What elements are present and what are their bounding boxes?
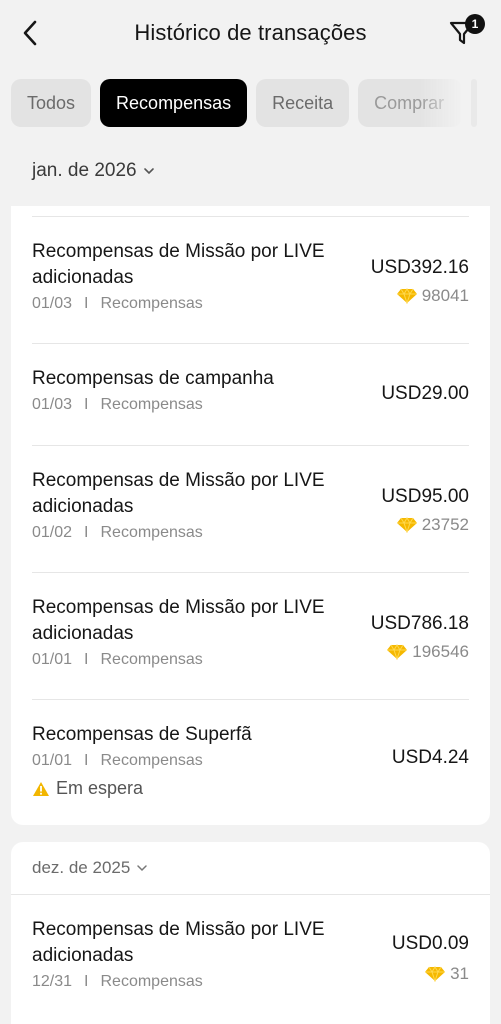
transaction-meta: 12/31 I Recompensas <box>32 973 352 991</box>
transaction-category: Recompensas <box>100 524 203 541</box>
transaction-amount: USD95.00 <box>381 486 469 507</box>
diamond-coin-icon <box>396 517 417 533</box>
transaction-amount: USD392.16 <box>370 257 469 278</box>
tab-comprar[interactable]: Comprar <box>358 79 463 127</box>
month-selector-jan[interactable]: jan. de 2026 <box>32 160 155 182</box>
meta-separator: I <box>84 651 89 668</box>
transaction-title: Recompensas de Missão por LIVE adicionad… <box>32 470 325 517</box>
transaction-date: 01/03 <box>32 295 73 312</box>
category-tabs: Todos Recompensas Receita Comprar <box>11 79 501 127</box>
meta-separator: I <box>84 752 89 769</box>
tab-overflow[interactable] <box>471 79 478 127</box>
transaction-amount: USD0.09 <box>391 933 469 954</box>
status-badge: Em espera <box>32 778 352 799</box>
transaction-row[interactable]: Recompensas de Superfã 01/01 I Recompensas… <box>32 700 469 825</box>
transaction-coins: 196546 <box>386 642 469 662</box>
transaction-meta: 01/03 I Recompensas <box>32 396 352 414</box>
meta-separator: I <box>84 396 89 413</box>
month-label: jan. de 2026 <box>32 160 137 181</box>
transaction-title: Recompensas de campanha <box>32 368 274 389</box>
chevron-down-icon <box>137 865 148 872</box>
transaction-category: Recompensas <box>100 973 203 990</box>
chevron-down-icon <box>143 168 154 175</box>
transaction-row[interactable]: Recompensas de Missão por LIVE adicionad… <box>32 446 469 573</box>
transaction-date: 01/01 <box>32 651 73 668</box>
transaction-coins: 98041 <box>396 286 469 306</box>
diamond-coin-icon <box>425 966 446 982</box>
transaction-row[interactable]: Recompensas de Missão por LIVE adicionad… <box>32 217 469 344</box>
transaction-date: 01/03 <box>32 396 73 413</box>
filter-button[interactable]: 1 <box>445 14 485 50</box>
transaction-category: Recompensas <box>100 295 203 312</box>
transaction-amount: USD29.00 <box>381 383 469 404</box>
transaction-title: Recompensas de Missão por LIVE adicionad… <box>32 241 325 288</box>
transaction-title: Recompensas de Missão por LIVE adicionad… <box>32 597 325 644</box>
chevron-left-icon <box>23 20 37 46</box>
transaction-coins: 31 <box>424 964 469 984</box>
transaction-coins: 23752 <box>396 515 469 535</box>
transaction-amount: USD786.18 <box>370 613 469 634</box>
transaction-title: Recompensas de Superfã <box>32 724 252 745</box>
diamond-coin-icon <box>396 288 417 304</box>
meta-separator: I <box>84 295 89 312</box>
meta-separator: I <box>84 973 89 990</box>
transaction-meta: 01/03 I Recompensas <box>32 295 352 313</box>
transaction-date: 01/02 <box>32 524 73 541</box>
month-label: dez. de 2025 <box>32 858 131 877</box>
filter-count-badge: 1 <box>465 14 485 34</box>
meta-separator: I <box>84 524 89 541</box>
page-title: Histórico de transações <box>134 20 367 45</box>
transaction-category: Recompensas <box>100 396 203 413</box>
diamond-coin-icon <box>387 644 408 660</box>
tab-receita[interactable]: Receita <box>256 79 350 127</box>
status-text: Em espera <box>56 778 144 798</box>
month-selector-dec[interactable]: dez. de 2025 <box>32 858 148 878</box>
back-button[interactable] <box>16 18 44 48</box>
transaction-row[interactable]: Recompensas de Missão por LIVE adicionad… <box>32 573 469 700</box>
tab-recompensas[interactable]: Recompensas <box>100 79 248 127</box>
transactions-card-jan: Recompensas de Missão por LIVE adicionad… <box>11 206 490 825</box>
transactions-card-dec: dez. de 2025 Recompensas de Missão por L… <box>11 842 490 1024</box>
transaction-category: Recompensas <box>100 651 203 668</box>
transaction-meta: 01/01 I Recompensas <box>32 651 352 669</box>
transaction-meta: 01/01 I Recompensas <box>32 752 352 770</box>
transaction-date: 01/01 <box>32 752 73 769</box>
tab-todos[interactable]: Todos <box>11 79 92 127</box>
transaction-row[interactable]: Recompensas de Missão por LIVE adicionad… <box>32 895 469 1024</box>
transaction-amount: USD4.24 <box>391 747 469 768</box>
transaction-meta: 01/02 I Recompensas <box>32 524 352 542</box>
transaction-title: Recompensas de Missão por LIVE adicionad… <box>32 919 325 966</box>
transaction-date: 12/31 <box>32 973 73 990</box>
top-bar: Histórico de transações 1 <box>0 0 501 66</box>
transaction-row[interactable]: Recompensas de campanha 01/03 I Recompensa… <box>32 344 469 446</box>
transaction-category: Recompensas <box>100 752 203 769</box>
warning-triangle-icon <box>33 781 49 796</box>
